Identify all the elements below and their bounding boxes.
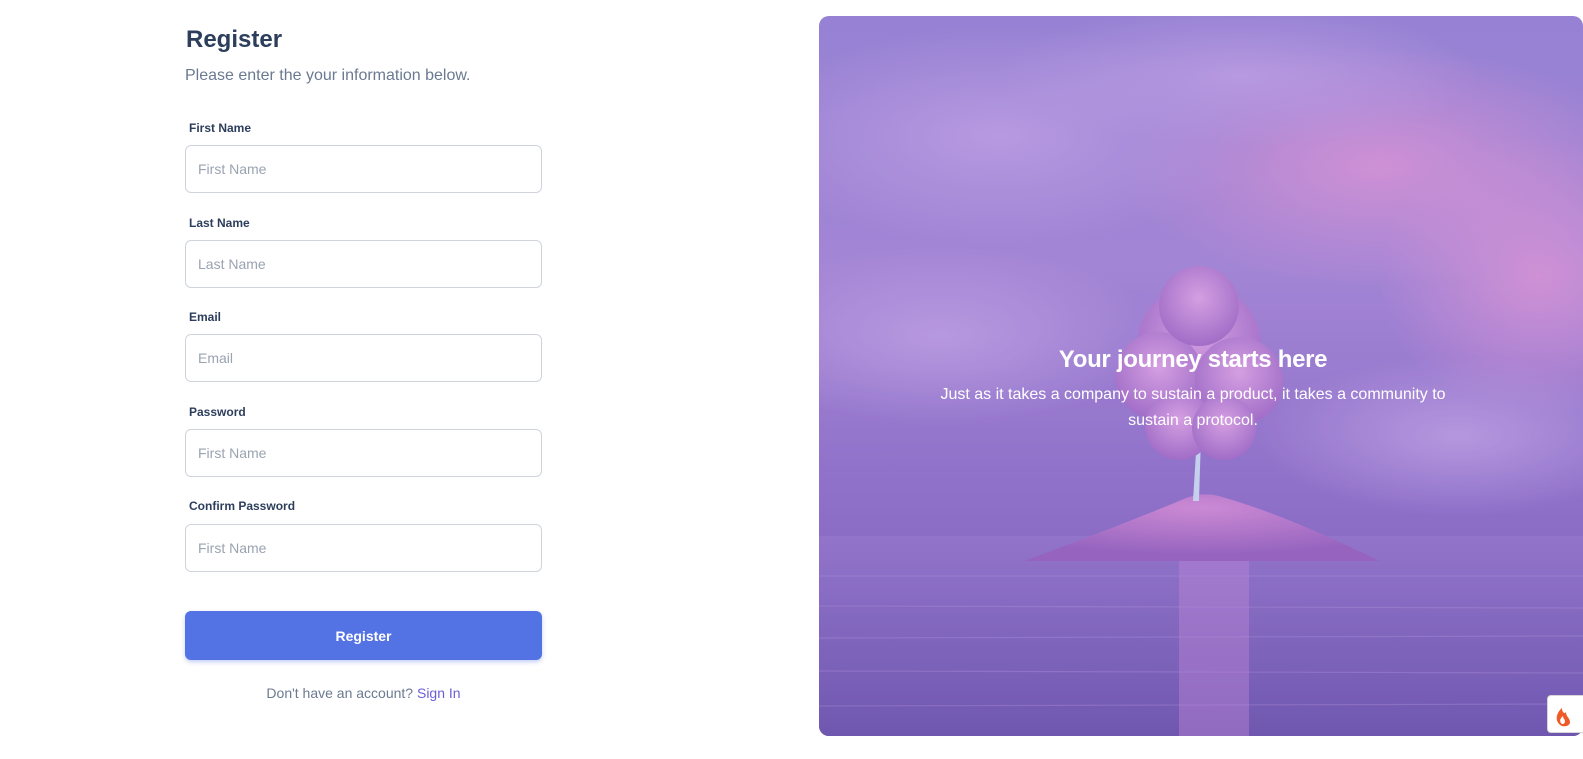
confirm-password-label: Confirm Password xyxy=(189,499,296,513)
register-page: Register Please enter the your informati… xyxy=(0,0,1583,759)
hero-text: Your journey starts here Just as it take… xyxy=(919,346,1467,434)
signin-prompt: Don't have an account? Sign In xyxy=(185,685,542,701)
confirm-password-field[interactable] xyxy=(185,524,542,572)
hero-description: Just as it takes a company to sustain a … xyxy=(940,386,1446,429)
register-button[interactable]: Register xyxy=(185,611,542,660)
first-name-label: First Name xyxy=(189,121,252,135)
signin-prompt-text: Don't have an account? xyxy=(266,685,414,701)
email-label: Email xyxy=(189,310,222,324)
last-name-label: Last Name xyxy=(189,216,250,230)
flame-icon xyxy=(1556,708,1570,727)
email-field[interactable] xyxy=(185,334,542,382)
first-name-field[interactable] xyxy=(185,145,542,193)
password-label: Password xyxy=(189,405,246,419)
page-subtitle: Please enter the your information below. xyxy=(185,67,471,84)
signin-link[interactable]: Sign In xyxy=(417,685,461,701)
hero-title: Your journey starts here xyxy=(1058,346,1328,373)
last-name-field[interactable] xyxy=(185,240,542,288)
page-title: Register xyxy=(186,26,283,53)
password-field[interactable] xyxy=(185,429,542,477)
flame-badge[interactable] xyxy=(1547,695,1583,733)
hero-panel: Your journey starts here Just as it take… xyxy=(819,16,1583,736)
